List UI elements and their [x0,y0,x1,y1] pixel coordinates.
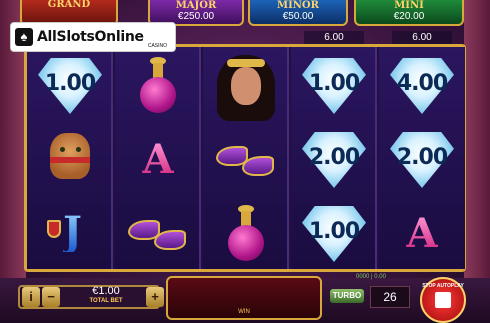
jackpot-minor: MINOR €50.00 [248,0,348,26]
right-curtain [464,0,490,280]
j-letter: J [63,208,82,255]
diamond-value: 1.00 [44,71,96,96]
small-counter: 0000 | 0.00 [356,274,386,280]
a-letter-icon: A [406,210,438,257]
stop-autoplay-label: STOP AUTOPLAY [422,283,464,289]
logo-text: AllSlotsOnline [37,29,144,45]
reel-2: A [115,47,201,269]
diamond-icon: 4.00 [387,54,457,118]
slippers-icon [126,214,190,254]
a-letter-icon: A [142,136,174,183]
jackpot-mini: MINI €20.00 [354,0,464,26]
jackpot-grand-name: GRAND [47,0,91,10]
diamond-icon: 1.00 [299,54,369,118]
perfume-bottle-icon [138,57,178,115]
total-bet-value: €1.00 [92,285,120,297]
diamond-icon: 1.00 [299,202,369,266]
symbol-cell: 1.00 [27,49,113,123]
stop-autoplay-button[interactable]: STOP AUTOPLAY [420,277,466,323]
reel-5: 4.00 2.00 A [379,47,465,269]
symbol-cell [27,123,113,197]
jackpot-minor-name: MINOR [277,0,319,11]
diamond-icon: 2.00 [387,128,457,192]
symbol-cell: 2.00 [291,123,377,197]
diamond-value: 4.00 [396,71,448,96]
symbol-cell: A [115,123,201,197]
reel-4-win-label: 6.00 [304,31,364,45]
princess-icon [211,51,281,121]
symbol-cell [115,197,201,271]
bet-decrease-button[interactable]: − [42,287,60,307]
spade-icon: ♠ [15,28,33,46]
reels-frame: 1.00 J A 1.00 2.00 1.00 4.00 2.00 A [24,44,466,272]
stop-icon [435,292,451,308]
symbol-cell: J [27,197,113,271]
symbol-cell [203,197,289,271]
autoplay-spins-counter: 26 [370,286,410,308]
win-label: WIN [238,309,250,315]
logo-subtext: CASINO [147,43,167,49]
total-bet-label: TOTAL BET [89,298,123,304]
symbol-cell: 1.00 [291,49,377,123]
diamond-value: 2.00 [396,145,448,170]
info-button[interactable]: i [22,287,40,307]
reel-4: 1.00 2.00 1.00 [291,47,377,269]
diamond-value: 1.00 [308,71,360,96]
diamond-icon: 1.00 [35,54,105,118]
reel-5-win-label: 6.00 [392,31,452,45]
jackpot-mini-value: €20.00 [393,11,425,22]
reel-3 [203,47,289,269]
jackpot-minor-value: €50.00 [282,11,314,22]
jackpot-mini-name: MINI [394,0,424,11]
j-card-icon: J [43,210,97,258]
symbol-cell: 4.00 [379,49,465,123]
diamond-value: 1.00 [308,219,360,244]
perfume-bottle-icon [226,205,266,263]
symbol-cell [203,123,289,197]
site-logo: ♠ AllSlotsOnline CASINO [10,22,176,52]
symbol-cell: A [379,197,465,271]
symbol-cell: 2.00 [379,123,465,197]
jackpot-major-name: MAJOR [175,0,217,11]
turbo-button[interactable]: TURBO [330,289,364,303]
diamond-value: 2.00 [308,145,360,170]
reel-1: 1.00 J [27,47,113,269]
symbol-cell [203,49,289,123]
camel-icon [44,131,96,189]
diamond-icon: 2.00 [299,128,369,192]
slippers-icon [214,140,278,180]
symbol-cell: 1.00 [291,197,377,271]
symbol-cell [115,49,201,123]
